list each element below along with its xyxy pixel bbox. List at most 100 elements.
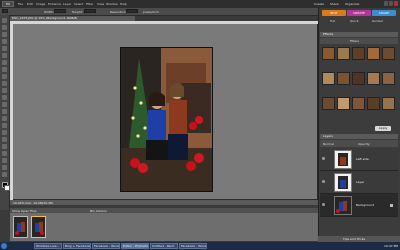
layers-panel-header[interactable]: Layers [320, 134, 398, 139]
effect-thumbnail[interactable] [352, 97, 365, 110]
sponge-tool-icon[interactable] [2, 172, 7, 177]
effect-thumbnail[interactable] [337, 47, 350, 60]
close-icon[interactable] [394, 1, 398, 6]
zoom-tool-icon[interactable] [2, 25, 7, 30]
height-label: Height: [72, 10, 83, 14]
layer-row[interactable]: Left side [320, 148, 398, 171]
cookie-cutter-tool-icon[interactable] [2, 88, 7, 93]
document-photo[interactable] [120, 47, 213, 192]
menu-file[interactable]: File [18, 2, 23, 6]
resolution-field[interactable] [126, 9, 138, 13]
effect-thumbnail[interactable] [382, 47, 395, 60]
effect-thumbnail[interactable] [322, 97, 335, 110]
crop-tool-icon[interactable] [2, 81, 7, 86]
taskbar-item[interactable]: Facebook - Windows... [92, 243, 120, 249]
quick-selection-tool-icon[interactable] [2, 67, 7, 72]
effect-thumbnail[interactable] [322, 72, 335, 85]
organizer-button[interactable]: Organizer [345, 1, 360, 7]
menu-layer[interactable]: Layer [63, 2, 71, 6]
straighten-tool-icon[interactable] [2, 95, 7, 100]
move-tool-icon[interactable] [2, 18, 7, 23]
start-button-icon[interactable] [1, 243, 7, 249]
taskbar-item[interactable]: Untitled - Paint [150, 243, 178, 249]
taskbar-item[interactable]: Windows Live... [34, 243, 62, 249]
menu-window[interactable]: Window [106, 2, 118, 6]
create-button[interactable]: Create [314, 1, 324, 7]
eraser-tool-icon[interactable] [2, 123, 7, 128]
layer-row-selected[interactable]: Background [320, 194, 398, 217]
options-bar: Width: Height: Resolution: pixels/inch [0, 8, 318, 16]
bin-thumbnail[interactable] [13, 216, 28, 238]
effect-thumbnail[interactable] [337, 97, 350, 110]
type-tool-icon[interactable] [2, 74, 7, 79]
tab-create[interactable]: CREATE [347, 10, 371, 16]
healing-brush-tool-icon[interactable] [2, 109, 7, 114]
app-logo: PS [2, 1, 14, 7]
effect-thumbnail[interactable] [367, 72, 380, 85]
menu-enhance[interactable]: Enhance [48, 2, 61, 6]
vertical-ruler [10, 21, 13, 200]
share-button[interactable]: Share [330, 1, 339, 7]
lasso-tool-icon[interactable] [2, 53, 7, 58]
effects-panel-header[interactable]: Effects [320, 32, 398, 37]
brush-tool-icon[interactable] [2, 137, 7, 142]
layer-name: Background [356, 203, 374, 207]
hand-tool-icon[interactable] [2, 32, 7, 37]
layer-row[interactable]: Layer [320, 171, 398, 194]
menu-select[interactable]: Select [74, 2, 83, 6]
menu-help[interactable]: Help [120, 2, 127, 6]
visibility-eye-icon[interactable] [322, 203, 325, 206]
effect-thumbnail[interactable] [382, 72, 395, 85]
bin-thumbnail-selected[interactable] [31, 216, 46, 238]
blend-mode-select[interactable]: Normal [323, 142, 334, 146]
tips-and-tricks-link[interactable]: Tips and Tricks [343, 237, 365, 241]
effect-thumbnail[interactable] [352, 72, 365, 85]
paint-bucket-tool-icon[interactable] [2, 144, 7, 149]
red-eye-tool-icon[interactable] [2, 102, 7, 107]
minimize-icon[interactable] [384, 1, 388, 6]
menu-view[interactable]: View [97, 2, 104, 6]
full-edit-button[interactable]: Full [330, 19, 335, 24]
effect-thumbnail[interactable] [367, 47, 380, 60]
status-text: 19.03% Doc: 10.2M/10.2M [13, 201, 53, 205]
project-bin [10, 213, 318, 241]
height-field[interactable] [84, 9, 96, 13]
magic-wand-tool-icon[interactable] [2, 60, 7, 65]
menu-edit[interactable]: Edit [27, 2, 33, 6]
effect-thumbnail[interactable] [337, 72, 350, 85]
gradient-tool-icon[interactable] [2, 151, 7, 156]
status-bar [10, 200, 318, 205]
effect-thumbnail[interactable] [382, 97, 395, 110]
clone-stamp-tool-icon[interactable] [2, 116, 7, 121]
visibility-eye-icon[interactable] [322, 180, 325, 183]
blur-tool-icon[interactable] [2, 165, 7, 170]
tab-edit[interactable]: EDIT [322, 10, 346, 16]
effect-thumbnail[interactable] [322, 47, 335, 60]
guided-edit-button[interactable]: Guided [372, 19, 383, 24]
apply-button[interactable]: Apply [375, 126, 391, 131]
resolution-unit[interactable]: pixels/inch [143, 10, 159, 14]
maximize-icon[interactable] [389, 1, 393, 6]
resolution-label: Resolution: [110, 10, 127, 14]
tab-share[interactable]: SHARE [372, 10, 396, 16]
shape-tool-icon[interactable] [2, 158, 7, 163]
layer-thumbnail [334, 196, 352, 215]
eyedropper-tool-icon[interactable] [2, 39, 7, 44]
effect-thumbnail[interactable] [352, 47, 365, 60]
tab-share-label: SHARE [378, 11, 390, 15]
effect-thumbnail[interactable] [367, 97, 380, 110]
layer-thumbnail [334, 173, 352, 192]
width-field[interactable] [54, 9, 66, 13]
menu-filter[interactable]: Filter [86, 2, 93, 6]
taskbar-item[interactable]: Bing + Facebook... [63, 243, 91, 249]
photo-image [121, 48, 212, 191]
marquee-tool-icon[interactable] [2, 46, 7, 51]
taskbar-item[interactable]: Facebook - Windows... [179, 243, 207, 249]
menu-image[interactable]: Image [36, 2, 45, 6]
visibility-eye-icon[interactable] [322, 157, 325, 160]
taskbar-item-active[interactable]: Editor - Photoshop... [121, 243, 149, 249]
pencil-tool-icon[interactable] [2, 130, 7, 135]
effects-filter-menu[interactable]: Filters [350, 39, 359, 43]
tool-preset-picker[interactable] [2, 9, 8, 13]
quick-edit-button[interactable]: Quick [350, 19, 358, 24]
